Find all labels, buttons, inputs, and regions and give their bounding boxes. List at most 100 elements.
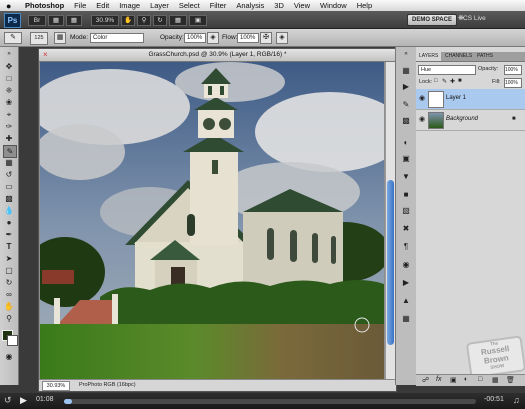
brush-tool-preset-icon[interactable]: ✎: [4, 32, 22, 44]
adjustment-layer-icon[interactable]: ◐: [464, 376, 468, 383]
cs-live-menu[interactable]: CS Live: [463, 15, 486, 22]
marquee-tool-icon[interactable]: □: [3, 73, 15, 84]
delete-layer-icon[interactable]: 🗑: [506, 376, 515, 384]
menu-view[interactable]: View: [289, 1, 315, 10]
blur-tool-icon[interactable]: 💧: [3, 205, 15, 216]
fill-field[interactable]: 100%: [504, 78, 522, 88]
mini-bridge-button[interactable]: ▦: [48, 15, 64, 26]
background-color-swatch[interactable]: [7, 335, 18, 346]
menu-edit[interactable]: Edit: [91, 1, 114, 10]
move-tool-icon[interactable]: ✥: [3, 61, 15, 72]
play-icon[interactable]: ▶: [20, 395, 27, 406]
collapse-arrows-icon[interactable]: »: [3, 49, 15, 60]
layer-blend-mode-select[interactable]: Hue: [418, 65, 476, 75]
eyedropper-tool-icon[interactable]: ✑: [3, 121, 15, 132]
paragraph-panel-icon[interactable]: ¶: [400, 241, 412, 252]
tab-channels[interactable]: CHANNELS: [442, 52, 475, 61]
seek-progress[interactable]: [64, 399, 72, 404]
menu-select[interactable]: Select: [174, 1, 205, 10]
pressure-size-icon[interactable]: ◈: [276, 32, 288, 44]
zoom-level-select[interactable]: 30.9%: [91, 15, 119, 26]
tab-layers[interactable]: LAYERS: [416, 52, 442, 61]
3d-orbit-tool-icon[interactable]: ∞: [3, 289, 15, 300]
dodge-tool-icon[interactable]: ●: [3, 217, 15, 228]
close-document-icon[interactable]: ×: [43, 49, 48, 61]
menu-analysis[interactable]: Analysis: [231, 1, 269, 10]
navigator-panel-icon[interactable]: ◉: [400, 259, 412, 270]
bridge-button[interactable]: Br: [28, 15, 46, 26]
view-extras-button[interactable]: ▦: [66, 15, 82, 26]
menu-layer[interactable]: Layer: [145, 1, 174, 10]
masks-panel-icon[interactable]: ▣: [400, 153, 412, 164]
menu-window[interactable]: Window: [315, 1, 352, 10]
type-tool-icon[interactable]: T: [3, 241, 15, 252]
brush-panel-toggle-icon[interactable]: ▦: [54, 32, 66, 44]
info-panel-icon[interactable]: ▶: [400, 277, 412, 288]
character-panel-icon[interactable]: ▧: [400, 205, 412, 216]
actions-panel-icon[interactable]: ▶: [400, 81, 412, 92]
tool-presets-icon[interactable]: ✖: [400, 223, 412, 234]
layer-row-layer-1[interactable]: ◉ Layer 1: [416, 89, 525, 110]
lock-transparency-icon[interactable]: □: [434, 78, 438, 84]
quick-mask-icon[interactable]: ◉: [3, 351, 15, 362]
blend-mode-select[interactable]: Color: [90, 33, 144, 43]
layer-name[interactable]: Background: [446, 116, 478, 122]
layer-name[interactable]: Layer 1: [446, 95, 466, 101]
color-profile-info[interactable]: ProPhoto RGB (16bpc): [79, 382, 136, 388]
shape-tool-icon[interactable]: ▢: [3, 265, 15, 276]
pressure-opacity-icon[interactable]: ◈: [207, 32, 219, 44]
swatches-panel-icon[interactable]: ▩: [400, 115, 412, 126]
layer-row-background[interactable]: ◉ Background ■: [416, 110, 525, 131]
healing-brush-tool-icon[interactable]: ✚: [3, 133, 15, 144]
eraser-tool-icon[interactable]: ▭: [3, 181, 15, 192]
tab-paths[interactable]: PATHS: [474, 52, 496, 61]
arrange-documents-button[interactable]: ▦: [169, 15, 187, 26]
styles-panel-icon[interactable]: ■: [400, 189, 412, 200]
menu-3d[interactable]: 3D: [269, 1, 289, 10]
zoom-tool-button[interactable]: ⚲: [137, 15, 151, 26]
path-selection-tool-icon[interactable]: ➤: [3, 253, 15, 264]
menu-file[interactable]: File: [69, 1, 91, 10]
quick-selection-tool-icon[interactable]: ❀: [3, 97, 15, 108]
menu-image[interactable]: Image: [114, 1, 145, 10]
lock-all-icon[interactable]: ■: [458, 78, 462, 84]
link-layers-icon[interactable]: ☍: [422, 376, 429, 384]
3d-rotate-tool-icon[interactable]: ↻: [3, 277, 15, 288]
apple-menu-icon[interactable]: ●: [6, 1, 14, 10]
menu-app[interactable]: Photoshop: [20, 1, 69, 10]
opacity-field[interactable]: 100%: [184, 33, 206, 43]
workspace-button[interactable]: DEMO SPACE: [407, 14, 457, 26]
new-group-icon[interactable]: □: [478, 376, 482, 383]
color-panel-icon[interactable]: ▦: [400, 313, 412, 324]
flow-field[interactable]: 100%: [237, 33, 259, 43]
history-brush-tool-icon[interactable]: ↺: [3, 169, 15, 180]
zoom-field[interactable]: 30.93%: [42, 381, 70, 391]
rotate-view-button[interactable]: ↻: [153, 15, 167, 26]
volume-icon[interactable]: ♫: [513, 395, 520, 405]
lock-pixels-icon[interactable]: ✎: [442, 78, 447, 85]
expand-panels-icon[interactable]: «: [400, 49, 412, 60]
document-tab-title[interactable]: × GrassChurch.psd @ 30.9% (Layer 1, RGB/…: [39, 49, 396, 62]
replay-icon[interactable]: ↺: [4, 395, 12, 406]
visibility-eye-icon[interactable]: ◉: [418, 95, 426, 103]
crop-tool-icon[interactable]: ⌖: [3, 109, 15, 120]
history-panel-icon[interactable]: ▦: [400, 65, 412, 76]
pen-tool-icon[interactable]: ✒: [3, 229, 15, 240]
histogram-panel-icon[interactable]: ▲: [400, 295, 412, 306]
brush-size-picker[interactable]: 125: [30, 32, 48, 45]
screen-mode-button[interactable]: ▣: [189, 15, 207, 26]
image-canvas[interactable]: [40, 62, 384, 385]
clone-source-icon[interactable]: ▼: [400, 171, 412, 182]
scrollbar-thumb[interactable]: [387, 180, 394, 345]
adjustments-panel-icon[interactable]: ◐: [400, 137, 412, 148]
airbrush-icon[interactable]: ✠: [260, 32, 272, 44]
seek-bar[interactable]: [64, 399, 476, 404]
lock-position-icon[interactable]: ✚: [450, 78, 455, 85]
zoom-tool-icon[interactable]: ⚲: [3, 313, 15, 324]
visibility-eye-icon[interactable]: ◉: [418, 116, 426, 124]
add-mask-icon[interactable]: ▣: [450, 376, 457, 384]
menu-filter[interactable]: Filter: [205, 1, 232, 10]
menu-help[interactable]: Help: [352, 1, 377, 10]
hand-tool-icon[interactable]: ✋: [3, 301, 15, 312]
layer-style-icon[interactable]: fx: [436, 376, 441, 383]
